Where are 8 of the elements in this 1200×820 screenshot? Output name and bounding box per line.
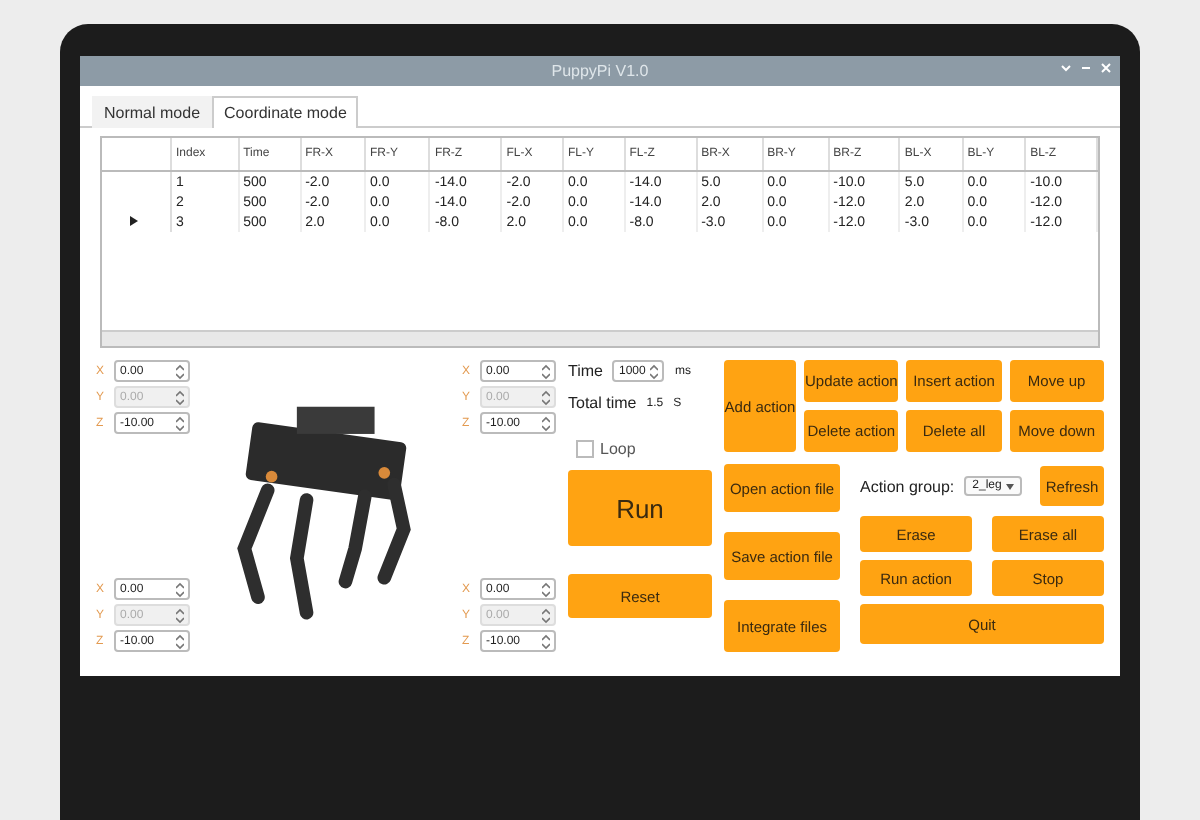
tab[interactable]: Normal mode — [92, 96, 213, 128]
time-label: Time — [568, 362, 603, 380]
run-button[interactable]: Run — [568, 470, 712, 546]
action-group-label: Action group: — [860, 477, 955, 495]
total-time-label: Total time — [568, 394, 637, 412]
tab[interactable]: Coordinate mode — [212, 96, 359, 128]
window-title: PuppyPi V1.0 — [551, 62, 649, 80]
loop-label: Loop — [600, 440, 636, 458]
